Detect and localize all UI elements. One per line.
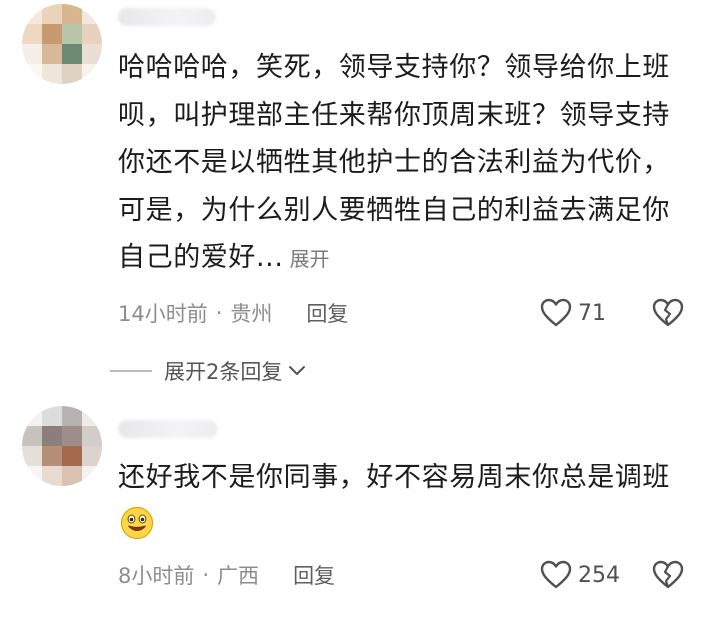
timestamp: 14小时前 [118, 302, 208, 326]
like-count: 254 [578, 562, 620, 588]
expand-replies-label: 展开2条回复 [164, 360, 283, 384]
meta-separator: · [215, 301, 223, 325]
comment-body: 还好我不是你同事，好不容易周末你总是调班 [118, 462, 670, 493]
divider-line [110, 370, 152, 372]
comment-item: 还好我不是你同事，好不容易周末你总是调班 8小时前 · 广西 回复 254 [0, 398, 720, 618]
reply-button[interactable]: 回复 [293, 560, 335, 590]
like-button[interactable]: 254 [540, 558, 620, 592]
timestamp: 8小时前 [118, 564, 195, 588]
blurred-username[interactable] [118, 420, 218, 438]
like-count: 71 [578, 300, 606, 326]
comment-item: 哈哈哈哈，笑死，领导支持你？领导给你上班呗，叫护理部主任来帮你顶周末班？领导支持… [0, 0, 720, 350]
location: 贵州 [230, 302, 273, 326]
expand-text-link[interactable]: 展开 [290, 247, 330, 271]
comment-text: 还好我不是你同事，好不容易周末你总是调班 [118, 454, 688, 549]
heart-outline-icon [540, 298, 572, 327]
chevron-down-icon [289, 366, 306, 375]
comment-text: 哈哈哈哈，笑死，领导支持你？领导给你上班呗，叫护理部主任来帮你顶周末班？领导支持… [118, 44, 688, 284]
location: 广西 [217, 564, 260, 588]
grinning-face-emoji-icon [120, 506, 154, 539]
avatar[interactable] [22, 406, 102, 486]
blurred-username[interactable] [118, 8, 216, 26]
comment-meta: 8小时前 · 广西 回复 [118, 560, 335, 590]
heart-outline-icon [540, 560, 572, 589]
blurred-avatar-mosaic [22, 4, 102, 84]
broken-heart-icon[interactable] [652, 559, 684, 591]
like-button[interactable]: 71 [540, 296, 606, 330]
comment-body: 哈哈哈哈，笑死，领导支持你？领导给你上班呗，叫护理部主任来帮你顶周末班？领导支持… [118, 52, 670, 273]
reply-button[interactable]: 回复 [306, 298, 348, 328]
meta-separator: · [202, 563, 210, 587]
expand-replies-button[interactable]: 展开2条回复 [110, 355, 306, 387]
avatar[interactable] [22, 4, 102, 84]
blurred-avatar-mosaic [22, 406, 102, 486]
comment-meta: 14小时前 · 贵州 回复 [118, 298, 348, 328]
broken-heart-icon[interactable] [652, 297, 684, 329]
